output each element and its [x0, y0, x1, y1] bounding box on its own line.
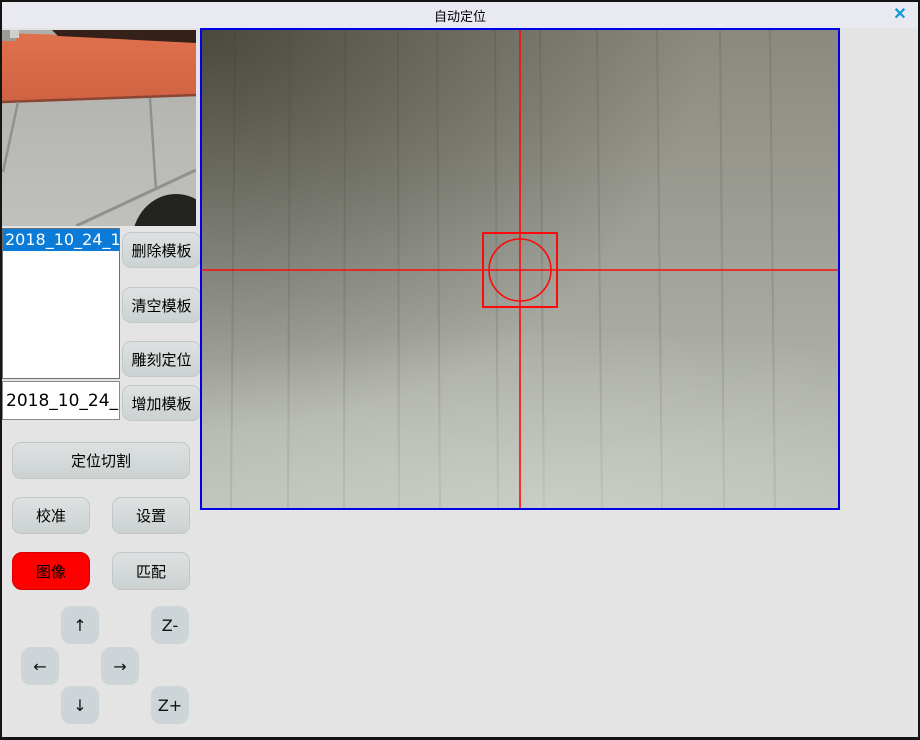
delete-template-button[interactable]: 删除模板	[122, 232, 201, 268]
calibrate-button[interactable]: 校准	[12, 497, 90, 534]
jog-z-plus-button[interactable]: Z+	[151, 686, 189, 724]
add-template-button[interactable]: 增加模板	[122, 385, 201, 421]
z-plus-label: Z+	[158, 696, 182, 715]
position-cut-button[interactable]: 定位切割	[12, 442, 190, 479]
arrow-left-icon: ←	[33, 657, 46, 676]
jog-down-button[interactable]: ↓	[61, 686, 99, 724]
match-button[interactable]: 匹配	[112, 552, 190, 590]
template-thumbnail-image	[2, 30, 196, 226]
camera-view[interactable]	[200, 28, 840, 510]
clear-templates-button[interactable]: 清空模板	[122, 287, 201, 323]
arrow-up-icon: ↑	[73, 616, 86, 635]
jog-up-button[interactable]: ↑	[61, 606, 99, 644]
title-bar: 自动定位	[2, 2, 918, 28]
arrow-down-icon: ↓	[73, 696, 86, 715]
z-minus-label: Z-	[162, 616, 178, 635]
jog-right-button[interactable]: →	[101, 647, 139, 685]
image-button[interactable]: 图像	[12, 552, 90, 590]
jog-z-minus-button[interactable]: Z-	[151, 606, 189, 644]
jog-left-button[interactable]: ←	[21, 647, 59, 685]
template-list[interactable]: 2018_10_24_11	[2, 228, 120, 379]
template-name-input[interactable]	[2, 381, 120, 420]
thumbnail-photo	[2, 30, 196, 226]
page-title: 自动定位	[434, 6, 486, 25]
arrow-right-icon: →	[113, 657, 126, 676]
engrave-position-button[interactable]: 雕刻定位	[122, 341, 201, 377]
close-button[interactable]: ✕	[888, 4, 912, 26]
close-icon: ✕	[893, 7, 906, 23]
auto-positioning-dialog: 自动定位 ✕	[0, 0, 920, 740]
camera-feed	[202, 30, 838, 508]
settings-button[interactable]: 设置	[112, 497, 190, 534]
template-list-item[interactable]: 2018_10_24_11	[3, 229, 119, 251]
